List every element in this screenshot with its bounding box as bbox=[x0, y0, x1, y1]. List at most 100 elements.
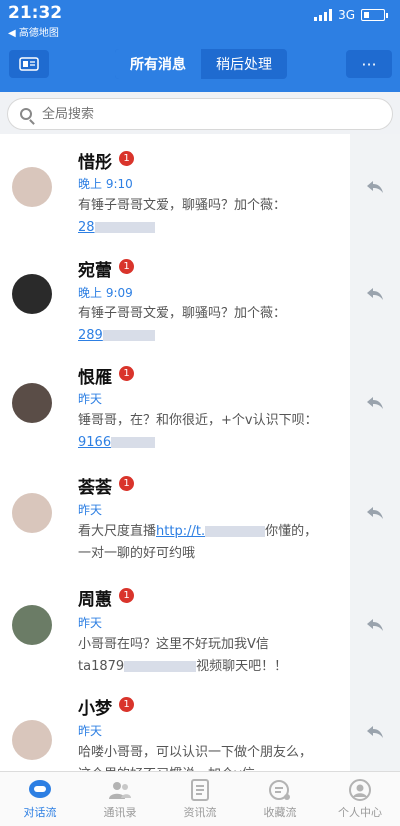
contact-name: 荟荟 bbox=[78, 478, 112, 498]
reply-strip[interactable] bbox=[350, 568, 400, 682]
search-input[interactable] bbox=[40, 105, 344, 123]
message-time: 昨天 bbox=[78, 616, 103, 630]
avatar bbox=[12, 383, 52, 423]
bottom-tab-bar: 对话流 通讯录 资讯流 收藏流 个人中心 bbox=[0, 771, 400, 826]
tab-label: 资讯流 bbox=[183, 805, 217, 819]
message-text: 看大尺度直播 bbox=[78, 524, 157, 539]
favorites-icon bbox=[269, 779, 290, 800]
reply-icon bbox=[367, 619, 383, 631]
avatar bbox=[12, 720, 52, 760]
contact-name: 宛蕾 bbox=[78, 261, 112, 281]
message-text: 小哥哥在吗？这里不好玩加我V信 bbox=[78, 637, 269, 652]
reply-strip[interactable] bbox=[350, 240, 400, 348]
message-preview: 有锤子哥哥文爱，聊骚吗？加个薇： 289 bbox=[78, 303, 323, 347]
unread-badge: 1 bbox=[119, 588, 134, 603]
list-item[interactable]: 惜彤 1 晚上 9:10 有锤子哥哥文爱，聊骚吗？加个薇： 28 bbox=[0, 134, 400, 241]
reply-icon bbox=[367, 726, 383, 738]
card-icon bbox=[19, 57, 39, 71]
list-item[interactable]: 荟荟 1 昨天 看大尺度直播http://t. 你懂的，一对一聊的好可约哦 bbox=[0, 458, 400, 569]
conversation-list: 惜彤 1 晚上 9:10 有锤子哥哥文爱，聊骚吗？加个薇： 28 宛蕾 1 晚上… bbox=[0, 134, 400, 771]
tab-label: 通讯录 bbox=[103, 805, 137, 819]
avatar bbox=[12, 167, 52, 207]
message-text: 锤哥哥，在？和你很近，+个v认识下呗： bbox=[78, 413, 318, 428]
contact-number[interactable]: 9166 bbox=[78, 435, 111, 450]
contact-number[interactable]: 28 bbox=[78, 220, 95, 235]
avatar bbox=[12, 274, 52, 314]
status-time: 21:32 bbox=[8, 3, 63, 23]
search-bar bbox=[0, 92, 400, 134]
tab-profile[interactable]: 个人中心 bbox=[320, 772, 400, 826]
contact-name: 惜彤 bbox=[78, 153, 112, 173]
search-icon bbox=[20, 108, 32, 120]
message-time: 昨天 bbox=[78, 724, 103, 738]
reply-icon bbox=[367, 288, 383, 300]
search-box[interactable] bbox=[7, 98, 393, 130]
tab-all-messages[interactable]: 所有消息 bbox=[115, 49, 201, 79]
list-item[interactable]: 宛蕾 1 晚上 9:09 有锤子哥哥文爱，聊骚吗？加个薇： 289 bbox=[0, 240, 400, 349]
reply-icon bbox=[367, 181, 383, 193]
unread-badge: 1 bbox=[119, 697, 134, 712]
message-preview: 看大尺度直播http://t. 你懂的，一对一聊的好可约哦 bbox=[78, 521, 323, 565]
reply-strip[interactable] bbox=[350, 134, 400, 240]
message-preview: 锤哥哥，在？和你很近，+个v认识下呗： 9166 bbox=[78, 410, 323, 454]
tab-contacts[interactable]: 通讯录 bbox=[80, 772, 160, 826]
reply-icon bbox=[367, 507, 383, 519]
tab-label: 个人中心 bbox=[338, 805, 382, 819]
reply-strip[interactable] bbox=[350, 348, 400, 458]
message-time: 昨天 bbox=[78, 503, 103, 517]
tab-label: 对话流 bbox=[23, 805, 57, 819]
more-button[interactable]: ··· bbox=[346, 50, 392, 78]
reply-strip[interactable] bbox=[350, 682, 400, 771]
avatar bbox=[12, 605, 52, 645]
message-link[interactable]: http://t. bbox=[156, 524, 205, 539]
tab-process-later[interactable]: 稍后处理 bbox=[201, 49, 287, 79]
battery-cap bbox=[386, 12, 388, 18]
contact-name: 周蕙 bbox=[78, 590, 112, 610]
message-preview: 哈喽小哥哥，可以认识一下做个朋友么，这个里的好不习惯说，加个v信 bbox=[78, 742, 323, 771]
contacts-icon bbox=[109, 781, 131, 799]
reply-strip[interactable] bbox=[350, 458, 400, 568]
unread-badge: 1 bbox=[119, 151, 134, 166]
list-item[interactable]: 恨雁 1 昨天 锤哥哥，在？和你很近，+个v认识下呗： 9166 bbox=[0, 348, 400, 459]
tab-conversations[interactable]: 对话流 bbox=[0, 772, 80, 826]
contact-name: 小梦 bbox=[78, 699, 112, 719]
message-time: 晚上 9:09 bbox=[78, 286, 133, 300]
news-icon bbox=[191, 778, 209, 801]
tab-favorites[interactable]: 收藏流 bbox=[240, 772, 320, 826]
message-preview: 小哥哥在吗？这里不好玩加我V信 ta1879 视频聊天吧！！ bbox=[78, 634, 323, 678]
redaction-blur bbox=[124, 661, 197, 672]
message-preview: 有锤子哥哥文爱，聊骚吗？加个薇： 28 bbox=[78, 195, 323, 239]
contact-handle: ta1879 bbox=[78, 659, 125, 674]
redaction-blur bbox=[205, 526, 266, 537]
reply-icon bbox=[367, 397, 383, 409]
network-label: 3G bbox=[338, 8, 355, 22]
contact-number[interactable]: 289 bbox=[78, 328, 103, 343]
message-text: 哈喽小哥哥，可以认识一下做个朋友么，这个里的好不习惯说，加个v信 bbox=[78, 745, 313, 771]
redaction-blur bbox=[111, 437, 156, 448]
contact-name: 恨雁 bbox=[78, 368, 112, 388]
signal-icon bbox=[314, 9, 333, 21]
message-text: 有锤子哥哥文爱，聊骚吗？加个薇： bbox=[78, 198, 287, 213]
message-filter-tabs: 所有消息 稍后处理 bbox=[115, 49, 287, 79]
back-to-app-link[interactable]: ◀ 高德地图 bbox=[8, 24, 59, 39]
redaction-blur bbox=[94, 222, 155, 233]
tab-label: 收藏流 bbox=[263, 805, 297, 819]
message-time: 晚上 9:10 bbox=[78, 177, 133, 191]
list-item[interactable]: 小梦 1 昨天 哈喽小哥哥，可以认识一下做个朋友么，这个里的好不习惯说，加个v信 bbox=[0, 682, 400, 771]
avatar bbox=[12, 493, 52, 533]
message-text: 视频聊天吧！！ bbox=[196, 659, 288, 674]
message-text: 有锤子哥哥文爱，聊骚吗？加个薇： bbox=[78, 306, 287, 321]
redaction-blur bbox=[102, 330, 155, 341]
battery-icon bbox=[361, 9, 385, 21]
top-header: 21:32 ◀ 高德地图 3G 所有消息 稍后处理 ··· bbox=[0, 0, 400, 92]
list-item[interactable]: 周蕙 1 昨天 小哥哥在吗？这里不好玩加我V信 ta1879 视频聊天吧！！ bbox=[0, 568, 400, 683]
chat-bubble-icon bbox=[29, 779, 51, 798]
message-time: 昨天 bbox=[78, 392, 103, 406]
profile-icon bbox=[349, 778, 371, 801]
tab-news[interactable]: 资讯流 bbox=[160, 772, 240, 826]
status-indicators: 3G bbox=[314, 8, 388, 22]
unread-badge: 1 bbox=[119, 366, 134, 381]
unread-badge: 1 bbox=[119, 476, 134, 491]
unread-badge: 1 bbox=[119, 259, 134, 274]
scan-button[interactable] bbox=[9, 50, 49, 78]
